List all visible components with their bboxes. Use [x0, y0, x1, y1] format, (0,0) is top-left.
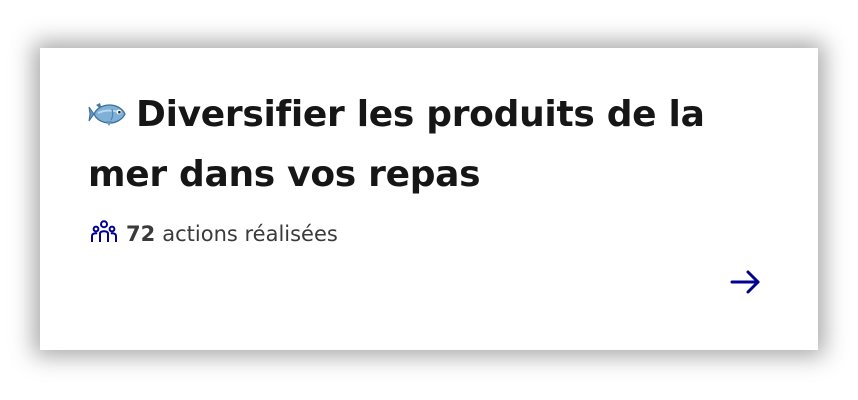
card-title: Diversifier les produits de la mer dans … [88, 86, 788, 203]
people-group-icon [90, 219, 118, 249]
action-card[interactable]: Diversifier les produits de la mer dans … [40, 48, 818, 350]
card-title-text: Diversifier les produits de la mer dans … [88, 94, 705, 195]
actions-label: actions réalisées [162, 222, 338, 246]
fish-icon [88, 89, 128, 146]
actions-count: 72 [126, 222, 156, 246]
arrow-right-icon[interactable] [728, 264, 764, 300]
actions-stats: 72 actions réalisées [90, 219, 338, 249]
